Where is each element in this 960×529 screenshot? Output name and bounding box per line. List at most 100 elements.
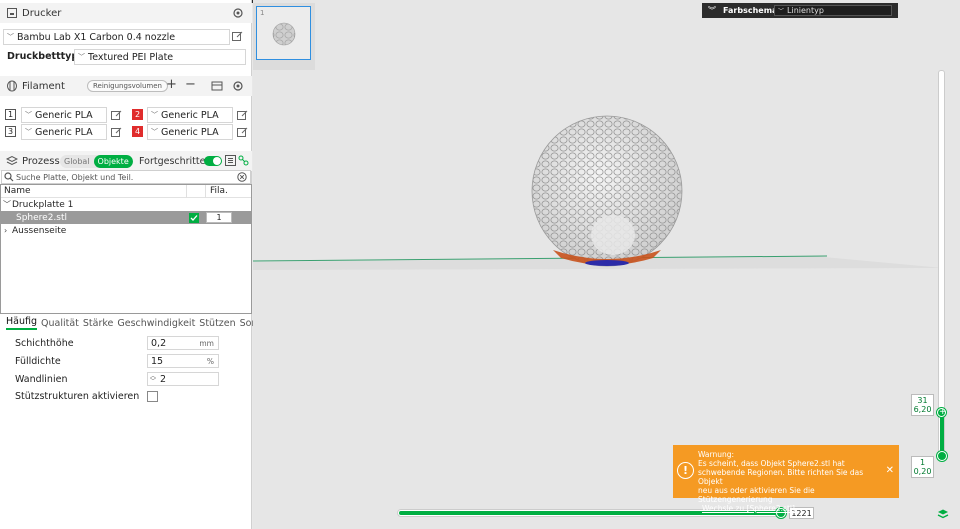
filament-slot-name: Generic PLA (161, 126, 219, 138)
filament-slot-3-dropdown[interactable]: ﹀ Generic PLA (21, 124, 107, 140)
layer-height-value: 0,2 (151, 337, 167, 349)
chevron-down-icon: ﹀ (7, 33, 14, 41)
layer-slider[interactable] (938, 70, 945, 460)
object-visible-checkbox-icon[interactable] (189, 213, 199, 223)
filament-slot-name: Generic PLA (35, 126, 93, 138)
infill-value: 15 (151, 355, 164, 367)
wall-loops-value: 2 (160, 373, 167, 385)
clear-search-icon[interactable] (237, 172, 247, 182)
object-name: Sphere2.stl (16, 212, 68, 223)
search-placeholder: Suche Platte, Objekt und Teil. (16, 172, 134, 182)
edit-filament-icon[interactable] (111, 127, 122, 138)
settings-tabs: Häufig Qualität Stärke Geschwindigkeit S… (0, 315, 281, 331)
collapse-chevron-icon[interactable]: ︾ (708, 5, 716, 16)
add-pause-icon[interactable]: + (939, 407, 947, 417)
warning-icon: ! (677, 462, 694, 479)
filament-slot-name: Generic PLA (35, 109, 93, 121)
filament-slot-number: 3 (5, 126, 16, 137)
layer-top-label: 31 6,20 (911, 394, 934, 416)
process-layers-icon (6, 155, 18, 167)
chevron-down-icon: ﹀ (25, 111, 32, 119)
advanced-label: Fortgeschritten (139, 155, 212, 167)
column-divider (186, 185, 187, 198)
outside-name: Aussenseite (12, 225, 67, 236)
warning-title: Warnung: (698, 450, 735, 459)
chevron-right-icon[interactable]: › (4, 226, 7, 235)
column-name[interactable]: Name (4, 186, 31, 196)
sphere-model[interactable] (531, 115, 683, 267)
process-list-icon[interactable] (225, 155, 236, 166)
edit-filament-icon[interactable] (237, 127, 248, 138)
filament-header-title: Filament (22, 80, 65, 92)
filament-slot-2-dropdown[interactable]: ﹀ Generic PLA (147, 107, 233, 123)
filament-slot-1-dropdown[interactable]: ﹀ Generic PLA (21, 107, 107, 123)
infill-input[interactable]: 15 % (147, 354, 219, 368)
plate-thumbnail[interactable]: 1 (256, 6, 311, 60)
tab-strength[interactable]: Stärke (83, 318, 114, 329)
layer-top-number: 31 (917, 396, 928, 405)
chevron-down-icon: ﹀ (151, 128, 158, 136)
layer-bottom-height: 0,20 (913, 467, 932, 476)
tab-supports[interactable]: Stützen (199, 318, 235, 329)
object-list: Name Fila. ﹀ Druckplatte 1 Sphere2.stl 1… (0, 184, 252, 314)
global-objects-toggle[interactable]: Global Objekte (60, 155, 133, 168)
bed-type-dropdown[interactable]: ﹀ Textured PEI Plate (74, 49, 246, 65)
chevron-down-icon: ﹀ (778, 8, 785, 15)
object-filament-selector[interactable]: 1 (206, 212, 232, 223)
wall-loops-label: Wandlinien (15, 374, 68, 385)
add-filament-icon[interactable]: + (166, 77, 177, 92)
tree-row-plate[interactable]: ﹀ Druckplatte 1 (1, 198, 251, 211)
layer-height-input[interactable]: 0,2 mm (147, 336, 219, 350)
printer-header-title: Drucker (22, 7, 62, 19)
filament-slot-number: 1 (5, 109, 16, 120)
tree-row-outside[interactable]: › Aussenseite (1, 224, 251, 237)
bed-type-value: Textured PEI Plate (88, 51, 174, 63)
tab-speed[interactable]: Geschwindigkeit (117, 318, 195, 329)
column-divider (205, 185, 206, 198)
toggle-objects[interactable]: Objekte (93, 155, 133, 168)
edit-printer-icon[interactable] (232, 31, 243, 42)
stepper-arrows-icon[interactable]: ︿ ﹀ (150, 374, 156, 385)
color-scheme-dropdown[interactable]: ﹀ Linientyp (774, 5, 892, 16)
plate-name: Druckplatte 1 (12, 199, 74, 210)
advanced-toggle[interactable] (204, 156, 222, 166)
layer-slider-bottom-handle[interactable] (937, 451, 947, 461)
warning-jump-link[interactable]: Wechsle zu [Sphere2.stl] (702, 504, 878, 513)
tab-quality[interactable]: Qualität (41, 318, 79, 329)
object-search-input[interactable]: Suche Platte, Objekt und Teil. (1, 170, 251, 184)
warning-notification: ! Warnung: Es scheint, dass Objekt Spher… (673, 445, 899, 513)
filament-slot-4-dropdown[interactable]: ﹀ Generic PLA (147, 124, 233, 140)
filament-spool-icon (6, 80, 18, 92)
edit-filament-icon[interactable] (111, 110, 122, 121)
object-list-header: Name Fila. (1, 185, 251, 198)
search-icon (4, 172, 14, 182)
tab-common[interactable]: Häufig (6, 316, 38, 330)
enable-supports-checkbox[interactable] (147, 391, 158, 402)
color-scheme-value: Linientyp (787, 6, 824, 15)
printer-settings-gear-icon[interactable] (232, 7, 244, 19)
chevron-down-icon: ﹀ (25, 128, 32, 136)
process-compare-icon[interactable] (238, 155, 249, 166)
layer-bottom-number: 1 (919, 458, 926, 467)
close-icon[interactable]: ✕ (886, 466, 894, 476)
layer-height-unit: mm (199, 338, 214, 348)
process-header-title: Prozess (22, 155, 60, 167)
layers-icon[interactable] (937, 508, 949, 523)
warning-line-1: Es scheint, dass Objekt Sphere2.stl hat (698, 459, 845, 468)
warning-line-3: neu aus oder aktivieren Sie die Stützeng… (698, 486, 815, 504)
printer-preset-dropdown[interactable]: ﹀ Bambu Lab X1 Carbon 0.4 nozzle (3, 29, 230, 45)
filament-sync-icon[interactable] (211, 80, 223, 92)
chevron-down-icon[interactable]: ﹀ (3, 199, 11, 210)
wall-loops-stepper[interactable]: ︿ ﹀ 2 (147, 372, 219, 386)
column-filament[interactable]: Fila. (210, 186, 228, 196)
filament-settings-gear-icon[interactable] (232, 80, 244, 92)
flush-volume-button[interactable]: Reinigungsvolumen (87, 80, 168, 92)
bed-type-label: Druckbetttyp (7, 51, 79, 62)
color-scheme-label: Farbschema (723, 6, 778, 15)
layer-bottom-label: 1 0,20 (911, 456, 934, 478)
layer-height-label: Schichthöhe (15, 338, 74, 349)
toggle-global[interactable]: Global (60, 155, 94, 168)
edit-filament-icon[interactable] (237, 110, 248, 121)
remove-filament-icon[interactable]: − (185, 77, 196, 92)
tree-row-object[interactable]: Sphere2.stl 1 (1, 211, 251, 224)
